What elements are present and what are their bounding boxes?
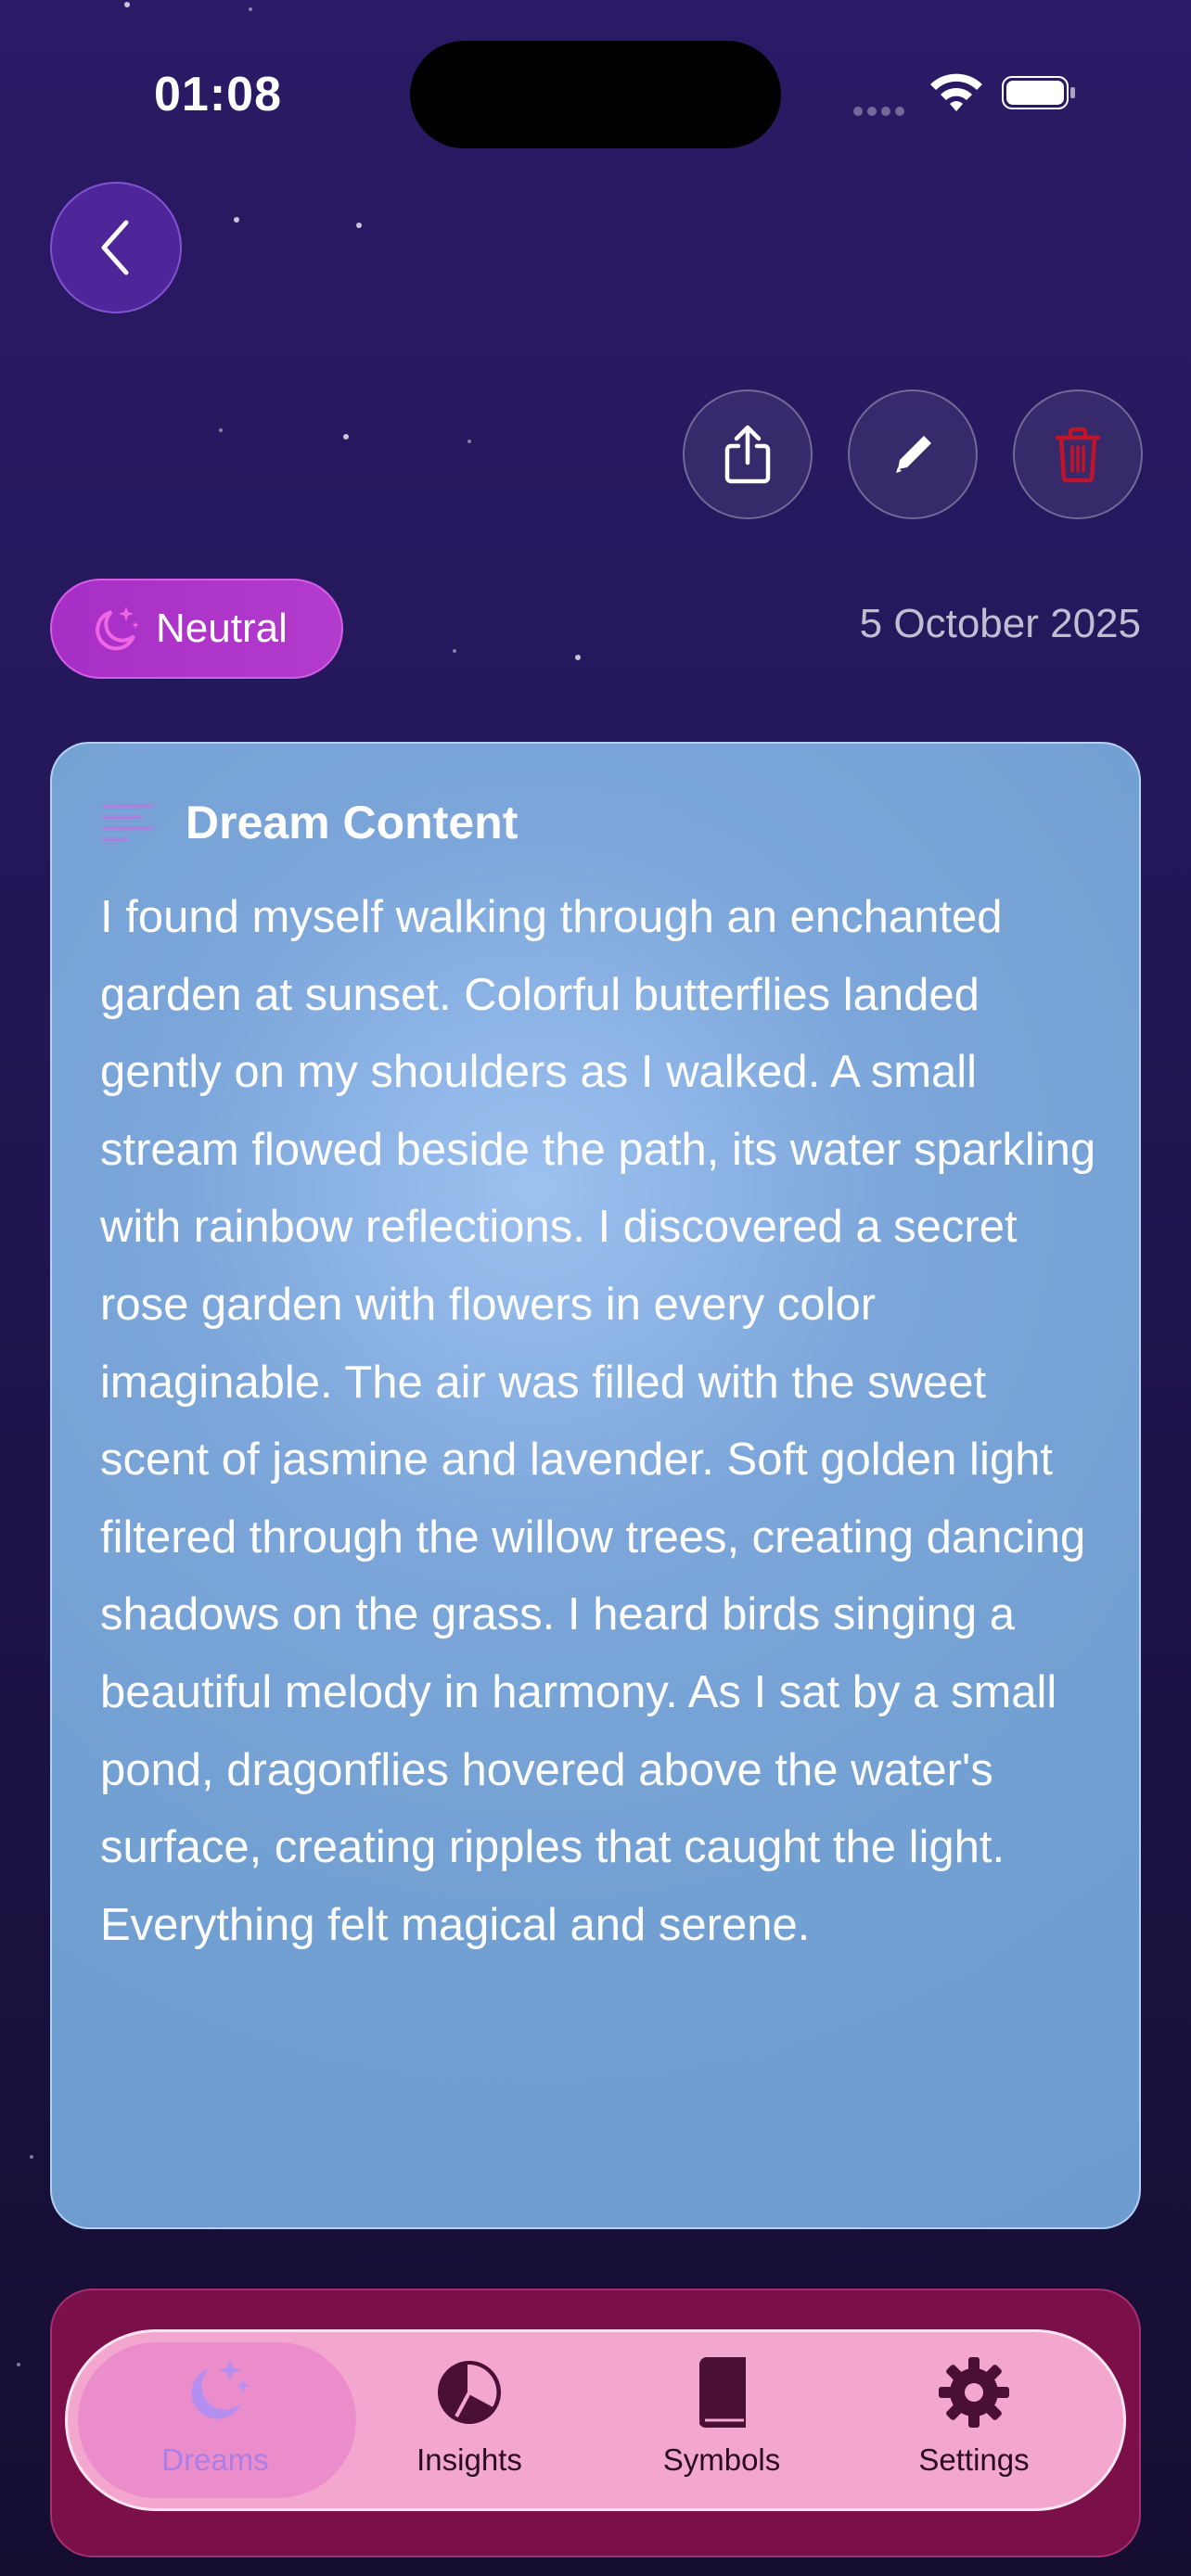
tab-label: Settings — [918, 2442, 1030, 2477]
trash-icon — [1055, 427, 1101, 483]
battery-icon — [1002, 76, 1075, 109]
card-header: Dream Content — [102, 796, 518, 849]
moon-stars-icon — [191, 2359, 250, 2419]
tab-symbols[interactable]: Symbols — [620, 2355, 824, 2494]
star — [30, 2155, 33, 2159]
edit-button[interactable] — [848, 389, 978, 519]
status-time: 01:08 — [154, 68, 282, 121]
tab-label: Insights — [416, 2442, 522, 2477]
card-title: Dream Content — [186, 797, 519, 848]
star — [467, 440, 471, 443]
signal-icon — [853, 104, 909, 121]
star — [219, 428, 223, 432]
tab-label: Dreams — [161, 2442, 269, 2477]
star — [343, 434, 349, 440]
delete-button[interactable] — [1013, 389, 1143, 519]
share-button[interactable] — [683, 389, 813, 519]
tab-insights[interactable]: Insights — [367, 2355, 571, 2494]
dream-content-text: I found myself walking through an enchan… — [100, 892, 1096, 1950]
tab-label: Symbols — [662, 2442, 781, 2477]
chevron-left-icon — [101, 220, 129, 275]
gear-icon — [939, 2357, 1009, 2428]
star — [249, 7, 252, 11]
star — [575, 655, 581, 660]
pencil-icon — [896, 436, 931, 473]
star — [124, 2, 130, 7]
star — [356, 223, 362, 228]
dream-content-card: Dream Content I found myself walking thr… — [50, 742, 1141, 2229]
star — [17, 2363, 20, 2366]
mood-label: Neutral — [156, 606, 288, 651]
tab-dreams[interactable]: Dreams — [113, 2355, 317, 2494]
share-icon — [724, 425, 771, 484]
pie-chart-icon — [438, 2361, 501, 2424]
star — [453, 649, 456, 653]
moon-sparkles-icon — [96, 606, 139, 651]
mood-badge[interactable]: Neutral — [50, 579, 343, 679]
dynamic-island — [410, 41, 781, 148]
star — [234, 217, 239, 223]
back-button[interactable] — [50, 182, 182, 313]
book-icon — [699, 2357, 746, 2429]
text-lines-icon — [102, 804, 154, 841]
wifi-icon — [930, 73, 982, 111]
tab-settings[interactable]: Settings — [872, 2355, 1076, 2494]
dream-date: 5 October 2025 — [859, 601, 1141, 646]
